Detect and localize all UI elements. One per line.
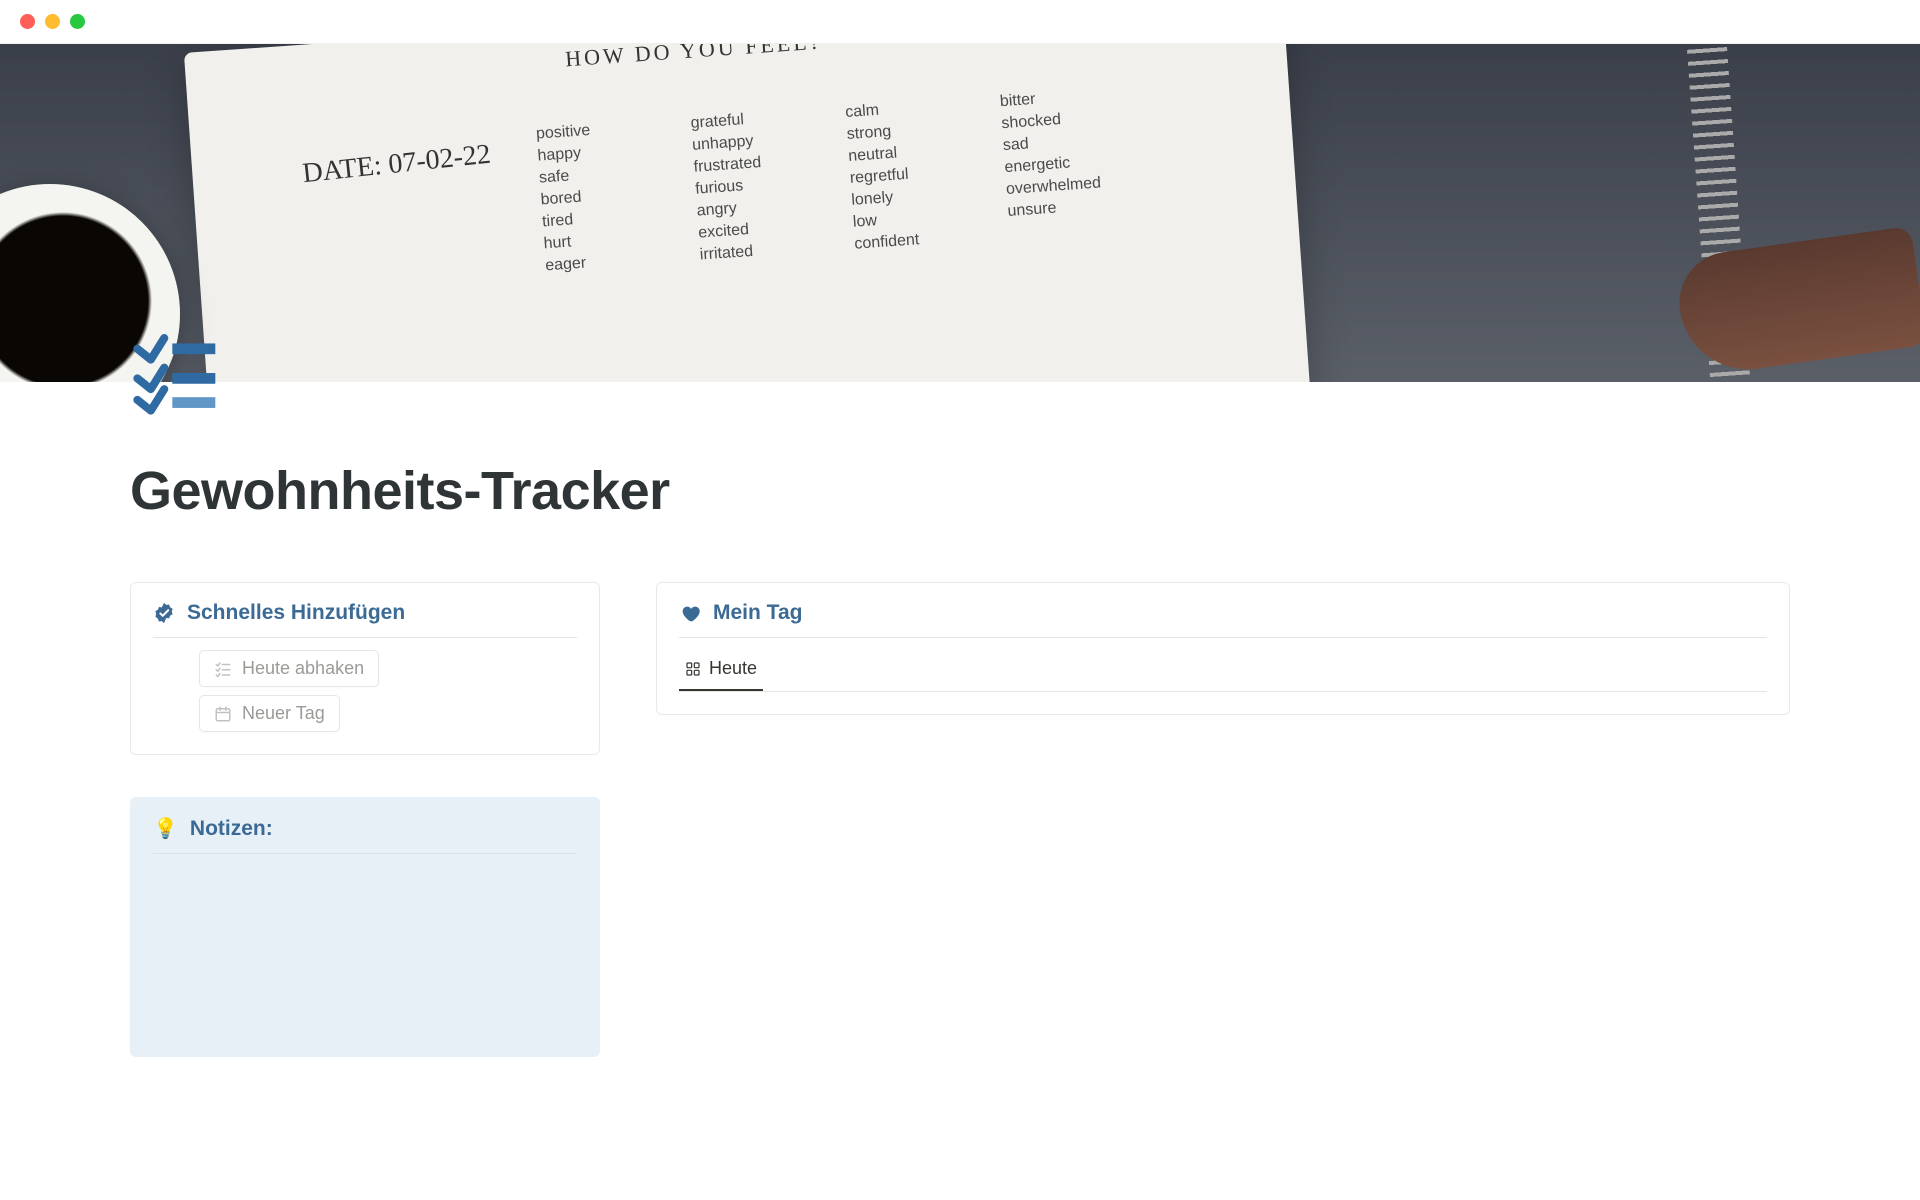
tab-heute-label: Heute xyxy=(709,658,757,679)
verified-badge-icon xyxy=(153,602,175,624)
heart-icon xyxy=(679,602,701,624)
quick-add-title: Schnelles Hinzufügen xyxy=(187,601,405,625)
checklist-small-icon xyxy=(214,660,232,678)
window-chrome xyxy=(0,0,1920,44)
my-day-title: Mein Tag xyxy=(713,601,802,625)
close-window-button[interactable] xyxy=(20,14,35,29)
notes-title: Notizen: xyxy=(190,817,273,841)
cover-image[interactable]: positivehappysafeboredtiredhurteager gra… xyxy=(0,44,1920,382)
my-day-header: Mein Tag xyxy=(679,601,1767,638)
fullscreen-window-button[interactable] xyxy=(70,14,85,29)
check-today-label: Heute abhaken xyxy=(242,658,364,679)
lightbulb-icon: 💡 xyxy=(153,816,178,841)
board-view-icon xyxy=(685,661,701,677)
check-today-button[interactable]: Heute abhaken xyxy=(199,650,379,687)
quick-add-header: Schnelles Hinzufügen xyxy=(153,601,577,638)
new-day-label: Neuer Tag xyxy=(242,703,325,724)
page-title[interactable]: Gewohnheits-Tracker xyxy=(130,460,1790,522)
quick-add-card: Schnelles Hinzufügen Heute abhaken xyxy=(130,582,600,755)
quick-add-buttons: Heute abhaken Neuer Tag xyxy=(153,650,577,732)
columns-layout: Schnelles Hinzufügen Heute abhaken xyxy=(130,582,1790,1057)
new-day-button[interactable]: Neuer Tag xyxy=(199,695,340,732)
right-column: Mein Tag Heute xyxy=(656,582,1790,1057)
minimize-window-button[interactable] xyxy=(45,14,60,29)
my-day-tabs: Heute xyxy=(679,650,1767,692)
tab-heute[interactable]: Heute xyxy=(679,650,763,691)
left-column: Schnelles Hinzufügen Heute abhaken xyxy=(130,582,600,1057)
page-icon[interactable] xyxy=(132,330,218,416)
notes-header: 💡 Notizen: xyxy=(153,816,577,854)
checklist-icon xyxy=(132,330,218,416)
notes-card[interactable]: 💡 Notizen: xyxy=(130,797,600,1057)
my-day-card: Mein Tag Heute xyxy=(656,582,1790,715)
page-content: Gewohnheits-Tracker Schnelles Hinzufügen xyxy=(0,460,1920,1057)
calendar-icon xyxy=(214,705,232,723)
